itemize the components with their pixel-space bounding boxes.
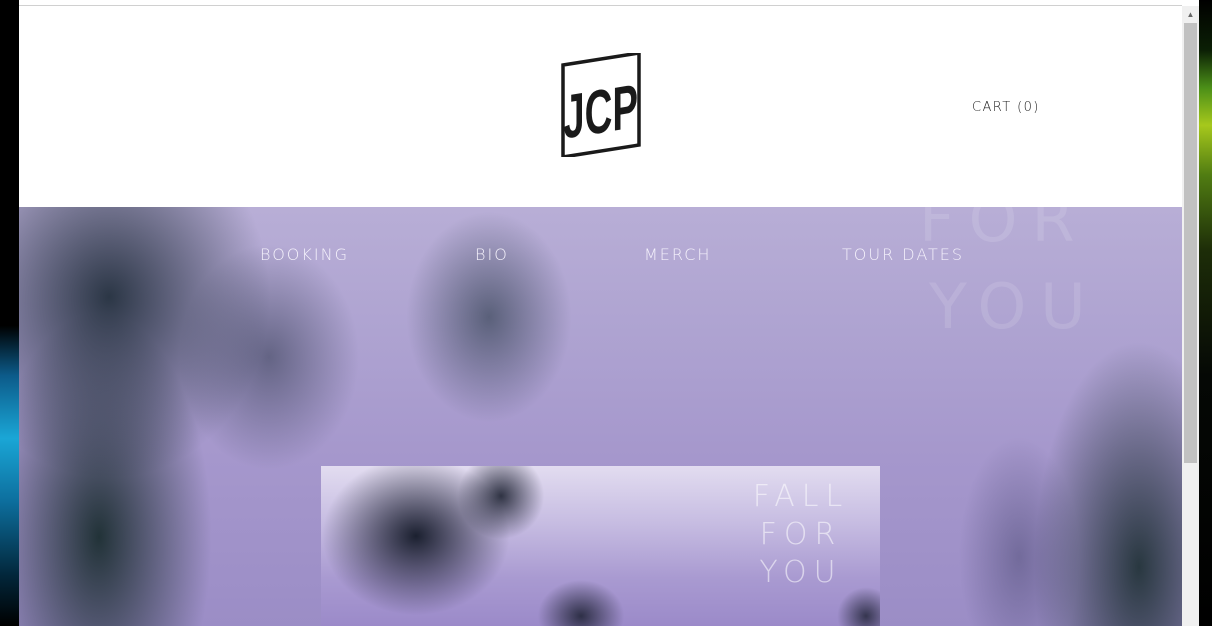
desktop-wallpaper-right bbox=[1199, 0, 1212, 626]
album-title-line-2: FOR bbox=[759, 517, 843, 552]
album-title: FALL FOR YOU bbox=[741, 478, 861, 592]
site-header: JCP CART (0) bbox=[19, 6, 1182, 207]
album-title-line-1: FALL bbox=[752, 479, 850, 514]
desktop-wallpaper-left bbox=[0, 0, 19, 626]
jcp-logo[interactable]: JCP bbox=[561, 53, 641, 157]
scrollbar-thumb[interactable] bbox=[1184, 23, 1197, 463]
nav-item-booking[interactable]: BOOKING bbox=[260, 245, 349, 264]
browser-viewport: JCP CART (0) FOR YOU BOOKING BIO MERCH T… bbox=[19, 0, 1199, 626]
album-cover-image[interactable]: FALL FOR YOU bbox=[321, 466, 880, 626]
vertical-scrollbar[interactable]: ▲ bbox=[1182, 6, 1199, 626]
album-title-line-3: YOU bbox=[759, 555, 843, 590]
scroll-up-arrow-icon[interactable]: ▲ bbox=[1182, 6, 1199, 23]
logo-text: JCP bbox=[563, 70, 638, 151]
cart-link[interactable]: CART (0) bbox=[972, 100, 1040, 115]
nav-item-bio[interactable]: BIO bbox=[475, 245, 509, 264]
nav-item-tour-dates[interactable]: TOUR DATES bbox=[842, 245, 964, 264]
hero-ghost-text-2: YOU bbox=[929, 270, 1100, 343]
nav-item-merch[interactable]: MERCH bbox=[644, 245, 711, 264]
hero-banner: FOR YOU BOOKING BIO MERCH TOUR DATES FAL… bbox=[19, 207, 1182, 626]
